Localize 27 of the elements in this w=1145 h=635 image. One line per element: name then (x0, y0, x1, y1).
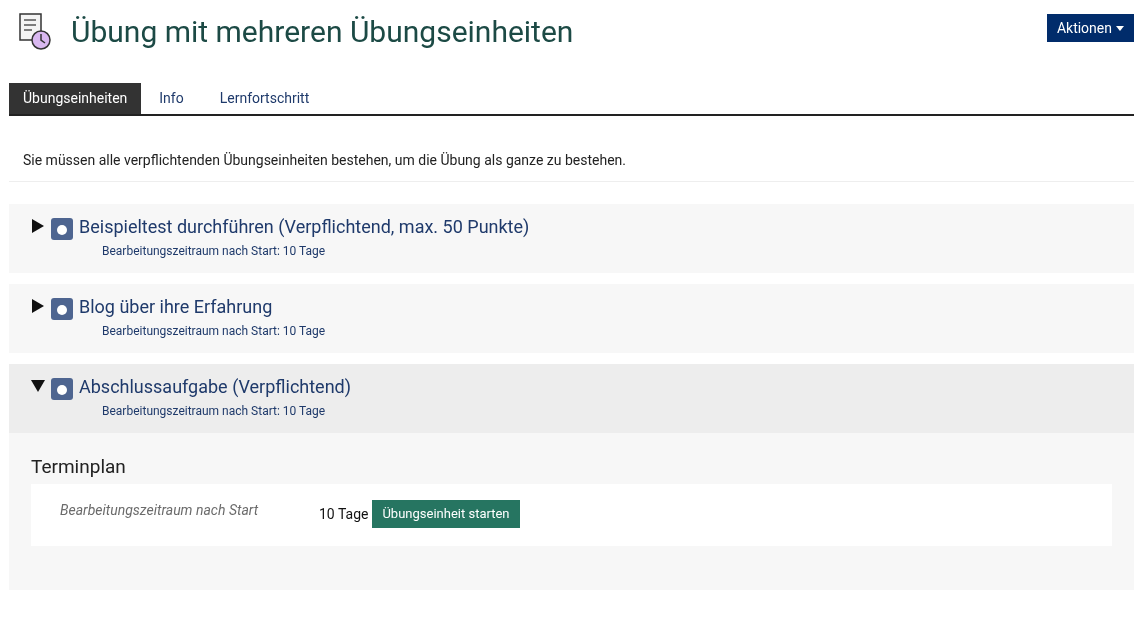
tab[interactable]: Lernfortschritt (201, 83, 328, 114)
unit-title[interactable]: Abschlussaufgabe (Verpflichtend) (79, 375, 352, 399)
document-clock-icon (18, 12, 54, 50)
unit-icon (51, 378, 73, 400)
unit-title[interactable]: Blog über ihre Erfahrung (79, 295, 326, 319)
description-text: Sie müssen alle verpflichtenden Übungseinheiten bestehen, um die Übung als ganze zu bestehen. (9, 116, 1134, 182)
section-heading: Terminplan (31, 455, 127, 479)
field-value: 10 Tage (319, 505, 369, 524)
unit-header[interactable]: Abschlussaufgabe (Verpflichtend) Bearbeitungszeitraum nach Start: 10 Tage (9, 364, 1134, 433)
field-label: Bearbeitungszeitraum nach Start (60, 501, 260, 520)
unit-icon (51, 218, 73, 240)
expanded-triangle-icon[interactable] (31, 379, 45, 393)
unit-title[interactable]: Beispieltest durchführen (Verpflichtend, max. 50 Punkte) (79, 215, 530, 239)
unit-subtitle: Bearbeitungszeitraum nach Start: 10 Tage (102, 323, 326, 339)
tab[interactable]: Übungseinheiten (9, 83, 142, 114)
unit-header[interactable]: Blog über ihre Erfahrung Bearbeitungszeitraum nach Start: 10 Tage (9, 284, 1134, 353)
start-button[interactable]: Übungseinheit starten (372, 500, 520, 528)
tab[interactable]: Info (141, 83, 202, 114)
collapsed-triangle-icon[interactable] (31, 299, 45, 313)
page-title: Übung mit mehreren Übungseinheiten (71, 14, 574, 50)
actions-button[interactable]: Aktionen (1046, 14, 1134, 42)
collapsed-triangle-icon[interactable] (31, 219, 45, 233)
caret-icon (1116, 25, 1124, 31)
unit-subtitle: Bearbeitungszeitraum nach Start: 10 Tage (102, 403, 327, 419)
unit-icon (51, 298, 73, 320)
unit-header[interactable]: Beispieltest durchführen (Verpflichtend, max. 50 Punkte) Bearbeitungszeitraum nach Start: 10 Tage (9, 204, 1134, 273)
unit-subtitle: Bearbeitungszeitraum nach Start: 10 Tage (102, 243, 327, 259)
